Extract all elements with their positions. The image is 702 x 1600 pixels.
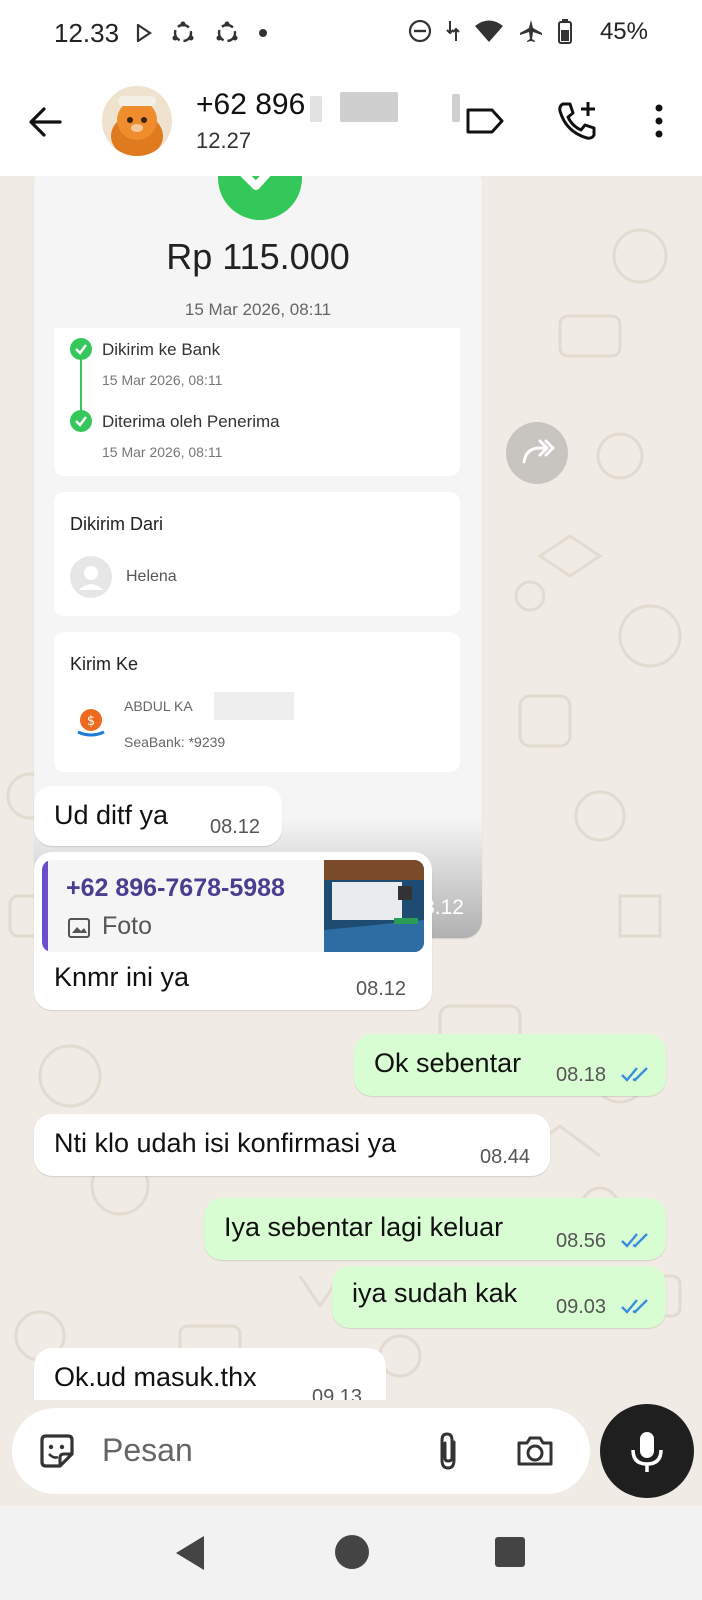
forward-icon [522, 439, 555, 464]
message-time: 08.12 [356, 978, 407, 1000]
incoming-message[interactable]: Ok.ud masuk.thx 09.13 [34, 1348, 386, 1400]
camera-icon[interactable] [514, 1430, 556, 1472]
add-call-icon[interactable] [554, 98, 600, 144]
status-time: 12.33 [54, 18, 120, 48]
dot-icon [259, 29, 267, 37]
status-bar: 12.33 45% [0, 0, 702, 72]
step-title: Diterima oleh Penerima [102, 412, 280, 431]
forward-button[interactable] [506, 422, 568, 484]
message-time: 08.12 [210, 816, 261, 838]
chat-area[interactable]: Rp 115.000 15 Mar 2026, 08:11 Dikirim ke… [0, 176, 702, 1400]
message-time: 08.18 [556, 1064, 607, 1086]
outgoing-message[interactable]: Ok sebentar 08.18 [354, 1034, 666, 1096]
recipient-panel: Kirim Ke $ ABDUL KA SeaBank: *9239 [54, 632, 460, 772]
outgoing-message[interactable]: iya sudah kak 09.03 [332, 1266, 666, 1328]
incoming-message[interactable]: Ud ditf ya 08.12 [34, 786, 282, 846]
sync-icon [172, 21, 194, 43]
seabank-logo-icon: $ [77, 709, 105, 737]
chat-header: +62 896 12.27 [0, 72, 702, 177]
quote-sender: +62 896-7678-5988 [66, 874, 285, 902]
outgoing-message[interactable]: Iya sebentar lagi keluar 08.56 [204, 1198, 666, 1260]
sender-panel: Dikirim Dari Helena [54, 492, 460, 616]
status-panel: Dikirim ke Bank 15 Mar 2026, 08:11 Diter… [54, 328, 460, 476]
message-text: Ok.ud masuk.thx [54, 1362, 257, 1392]
read-ticks-icon [621, 1067, 648, 1082]
quoted-message[interactable]: +62 896-7678-5988 Foto [42, 860, 424, 952]
quote-bar [42, 860, 48, 952]
attach-icon[interactable] [432, 1430, 466, 1472]
transfer-date: 15 Mar 2026, 08:11 [184, 300, 332, 319]
step-title: Dikirim ke Bank [102, 340, 221, 359]
read-ticks-icon [621, 1299, 648, 1314]
airplane-icon [520, 20, 542, 42]
label-icon[interactable] [462, 98, 508, 144]
message-input-bar: Pesan [12, 1408, 590, 1494]
sync-icon [216, 21, 238, 43]
incoming-message[interactable]: +62 896-7678-5988 Foto Knmr ini ya 08.12 [34, 852, 432, 1010]
redacted-block [310, 96, 322, 122]
message-text: Ok sebentar [374, 1048, 522, 1078]
play-icon [136, 24, 152, 42]
avatar[interactable] [102, 86, 172, 156]
last-seen: 12.27 [196, 128, 252, 153]
step-date: 15 Mar 2026, 08:11 [102, 444, 223, 460]
battery-percent: 45% [599, 18, 648, 45]
dnd-icon [408, 19, 432, 43]
check-circle-icon [218, 176, 302, 220]
message-time: 09.13 [312, 1386, 363, 1400]
message-text: Ud ditf ya [54, 800, 169, 830]
message-input[interactable]: Pesan [102, 1432, 193, 1469]
more-vert-icon[interactable] [636, 98, 682, 144]
back-arrow-icon[interactable] [24, 100, 68, 144]
read-ticks-icon [621, 1233, 648, 1248]
sender-name: Helena [126, 568, 177, 585]
redacted-block [214, 692, 294, 720]
recipient-bank: SeaBank: *9239 [124, 734, 226, 750]
status-icons-right [408, 18, 572, 44]
message-time: 09.03 [556, 1296, 607, 1318]
recipient-label: Kirim Ke [70, 654, 139, 674]
message-text: iya sudah kak [352, 1278, 518, 1308]
redacted-block [452, 94, 460, 122]
svg-text:$: $ [87, 714, 95, 729]
mic-icon [631, 1432, 663, 1472]
sticker-icon[interactable] [36, 1430, 78, 1472]
message-time: 08.56 [556, 1230, 607, 1252]
status-icons-left [136, 20, 268, 46]
wifi-icon [475, 20, 503, 42]
message-text: Knmr ini ya [54, 962, 190, 992]
redacted-block [340, 92, 398, 122]
quote-type: Foto [102, 912, 153, 940]
battery-icon [558, 19, 572, 44]
nav-back-icon[interactable] [172, 1534, 208, 1572]
user-avatar-icon [70, 556, 112, 598]
message-text: Nti klo udah isi konfirmasi ya [54, 1128, 397, 1158]
recipient-name: ABDUL KA [124, 698, 193, 714]
message-time: 08.44 [480, 1146, 531, 1168]
incoming-message[interactable]: Nti klo udah isi konfirmasi ya 08.44 [34, 1114, 550, 1176]
message-text: Iya sebentar lagi keluar [224, 1212, 504, 1242]
photo-icon [68, 918, 90, 938]
avatar-image [102, 86, 172, 156]
quote-thumbnail [324, 860, 424, 952]
check-icon [70, 410, 92, 432]
sender-label: Dikirim Dari [70, 514, 163, 534]
mic-button[interactable] [600, 1404, 694, 1498]
system-nav-bar [0, 1506, 702, 1600]
nav-recents-icon[interactable] [494, 1536, 526, 1568]
step-date: 15 Mar 2026, 08:11 [102, 372, 223, 388]
contact-name[interactable]: +62 896 [196, 88, 305, 122]
timeline-line [80, 358, 82, 418]
check-icon [70, 338, 92, 360]
transfer-amount: Rp 115.000 [166, 236, 350, 277]
nav-home-icon[interactable] [334, 1534, 370, 1570]
data-icon [446, 21, 460, 41]
